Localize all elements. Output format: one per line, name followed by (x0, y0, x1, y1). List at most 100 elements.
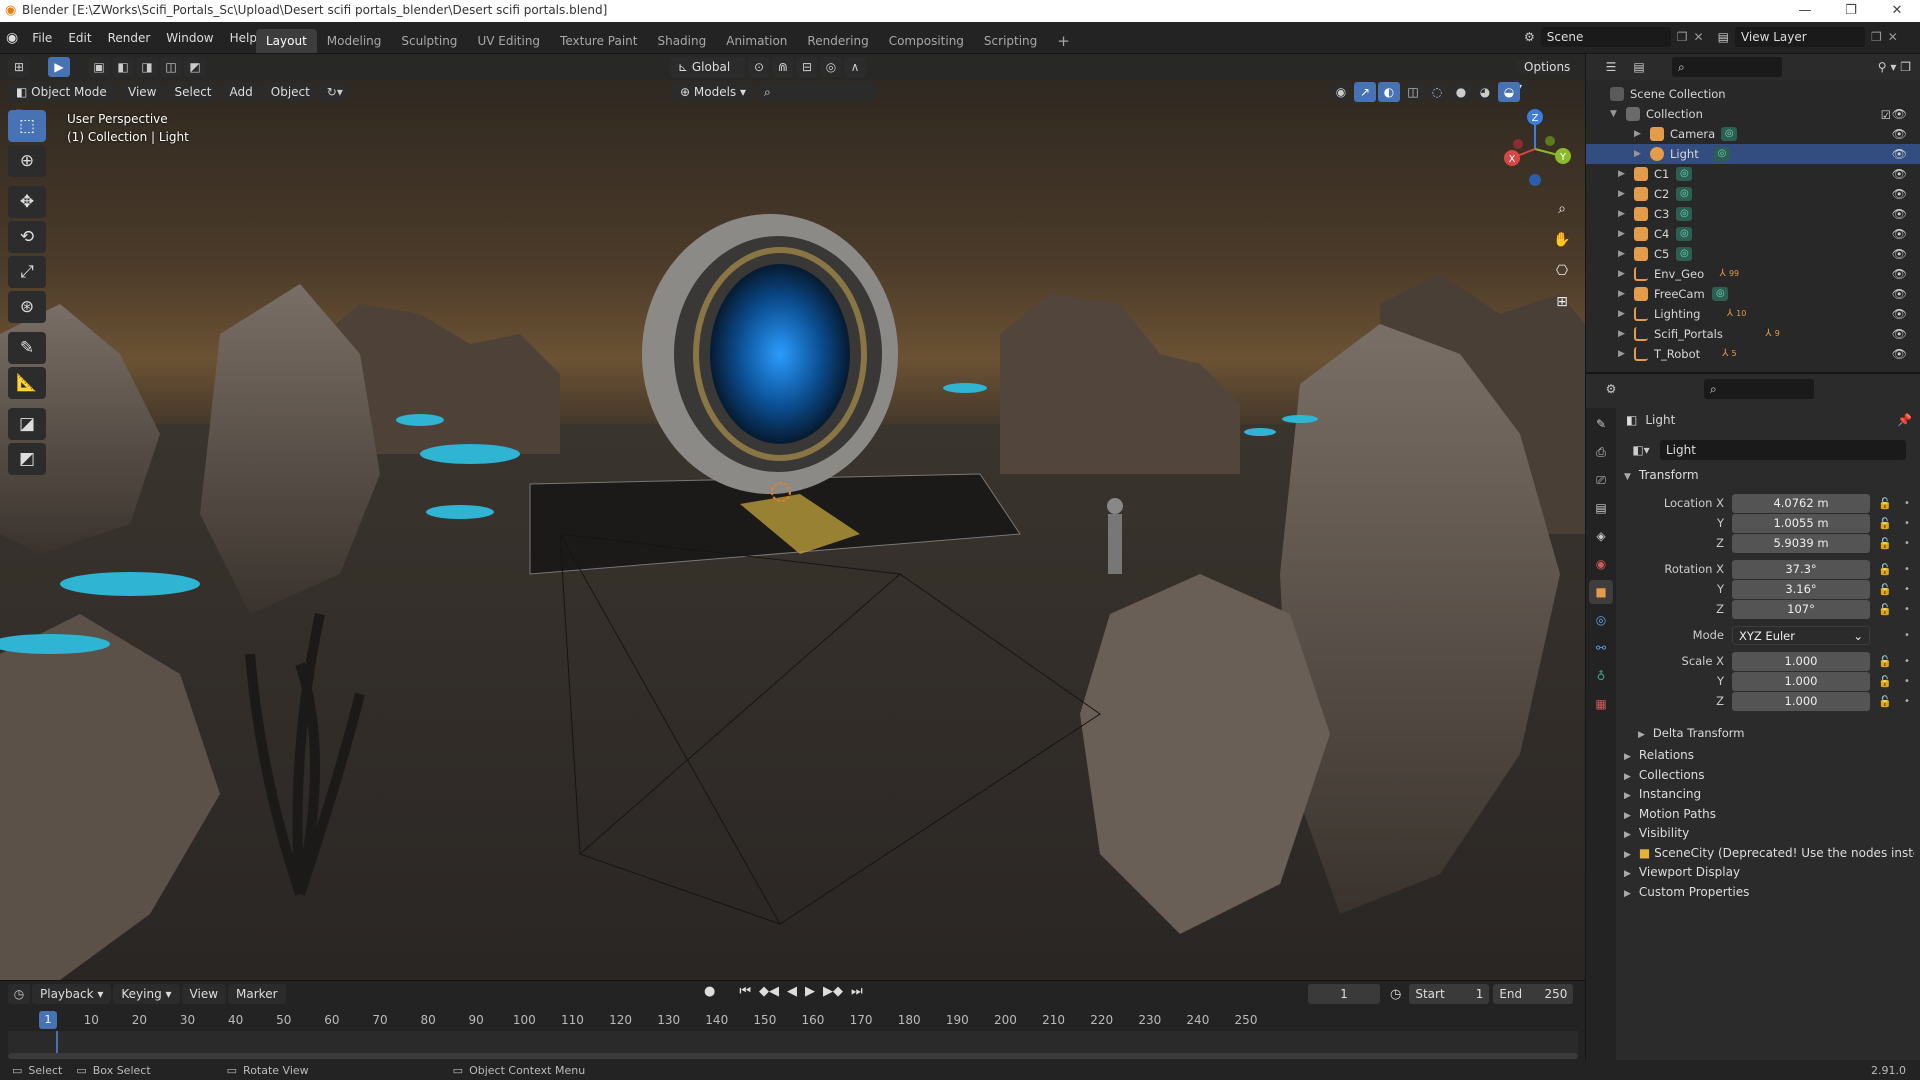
scene-icon[interactable]: ⚙ (1524, 30, 1535, 44)
filter-icon[interactable]: ⚲ ▾ ❐ (1878, 60, 1911, 74)
neg-x-axis-handle[interactable] (1513, 139, 1523, 149)
falloff-icon[interactable]: ∧ (844, 57, 866, 77)
measure-tool-icon[interactable]: 📐 (8, 367, 46, 399)
datablock-browse-icon[interactable]: ◧▾ (1626, 440, 1656, 460)
menu-object[interactable]: Object (262, 82, 318, 102)
delete-view-layer-icon[interactable]: ✕ (1888, 30, 1898, 44)
record-icon[interactable]: ● (704, 984, 715, 999)
snap-target-icon[interactable]: ⊟ (796, 57, 818, 77)
scale-x-field[interactable]: 1.000 (1732, 652, 1870, 671)
snap-icon[interactable]: ⋒ (772, 57, 794, 77)
object-tab-icon[interactable]: ■ (1589, 580, 1613, 604)
navigation-gizmo[interactable]: Z Y X ⌕ ✋ ⎔ ⊞ (1490, 104, 1580, 310)
viewport-search-input[interactable]: ⌕ (756, 82, 876, 102)
expand-icon[interactable]: ▶ (1634, 124, 1641, 144)
select-mode-extend-icon[interactable]: ◧ (112, 57, 134, 77)
lock-icon[interactable]: 🔓 (1878, 692, 1892, 711)
lock-icon[interactable]: 🔓 (1878, 534, 1892, 553)
minimize-button[interactable]: — (1782, 0, 1828, 22)
children-badge-icon[interactable]: ⅄ 99 (1712, 267, 1746, 281)
tool-tab-icon[interactable]: ✎ (1589, 412, 1613, 436)
children-badge-icon[interactable]: ⅄ 9 (1756, 327, 1790, 341)
constraints-tab-icon[interactable]: ⚯ (1589, 636, 1613, 660)
location-y-field[interactable]: 1.0055 m (1732, 514, 1870, 533)
current-frame-field[interactable]: 1 (1308, 984, 1380, 1004)
tab-modeling[interactable]: Modeling (317, 29, 392, 53)
tab-shading[interactable]: Shading (647, 29, 716, 53)
eye-icon[interactable]: 👁 (1892, 104, 1907, 124)
prev-keyframe-icon[interactable]: ◆◀ (759, 984, 779, 999)
properties-editor-type-icon[interactable]: ⚙ (1600, 379, 1622, 399)
outliner-row[interactable]: ▶ FreeCam ◎ 👁 (1586, 284, 1920, 304)
children-badge-icon[interactable]: ⅄ 10 (1720, 307, 1754, 321)
shading-material-icon[interactable]: ◕ (1474, 82, 1496, 102)
pin-icon[interactable]: 📌 (1897, 413, 1912, 427)
lock-icon[interactable]: 🔓 (1878, 560, 1892, 579)
visibility-filter-icon[interactable]: ◉ (1330, 82, 1352, 102)
rotation-x-field[interactable]: 37.3° (1732, 560, 1870, 579)
menu-marker[interactable]: Marker (228, 984, 286, 1004)
3d-viewport[interactable]: ⊞ ▶ ▣ ◧ ◨ ◫ ◩ ⊾ Global ▾ ⊙ ⋒ ⊟ ◎ ∧ Optio… (0, 54, 1585, 980)
location-x-field[interactable]: 4.0762 m (1732, 494, 1870, 513)
editor-type-icon[interactable]: ⊞ (8, 57, 30, 77)
close-button[interactable]: ✕ (1874, 0, 1920, 22)
rotation-mode-dropdown[interactable]: XYZ Euler ⌄ (1732, 626, 1870, 645)
object-data-badge-icon[interactable]: ◎ (1676, 207, 1693, 221)
object-data-badge-icon[interactable]: ◎ (1721, 127, 1738, 141)
play-icon[interactable]: ▶ (805, 984, 815, 999)
outliner-editor-type-icon[interactable]: ☰ (1600, 57, 1622, 77)
blender-menu-icon[interactable]: ◉ (6, 30, 18, 46)
view-layer-selector[interactable]: View Layer (1734, 27, 1865, 47)
lock-icon[interactable]: 🔓 (1878, 580, 1892, 599)
neg-z-axis-handle[interactable] (1529, 174, 1541, 186)
keyframe-dot-icon[interactable]: • (1904, 600, 1910, 619)
scale-tool-icon[interactable]: ⤢ (8, 256, 46, 288)
expand-icon[interactable]: ▶ (1634, 144, 1641, 164)
render-tab-icon[interactable]: ⎙ (1589, 440, 1613, 464)
end-frame-field[interactable]: End 250 (1493, 984, 1574, 1004)
delete-scene-icon[interactable]: ✕ (1694, 30, 1704, 44)
rotation-z-field[interactable]: 107° (1732, 600, 1870, 619)
add-workspace-button[interactable]: + (1047, 29, 1080, 53)
keyframe-dot-icon[interactable]: • (1904, 626, 1910, 645)
menu-keying[interactable]: Keying ▾ (113, 984, 180, 1004)
outliner-row[interactable]: ▶ C1 ◎ 👁 (1586, 164, 1920, 184)
scene-tab-icon[interactable]: ◈ (1589, 524, 1613, 548)
lock-icon[interactable]: 🔓 (1878, 514, 1892, 533)
eye-icon[interactable]: 👁 (1892, 204, 1907, 224)
eye-icon[interactable]: 👁 (1892, 284, 1907, 304)
display-mode-icon[interactable]: ▤ (1628, 57, 1650, 77)
keyframe-dot-icon[interactable]: • (1904, 692, 1910, 711)
expand-icon[interactable]: ▶ (1618, 244, 1625, 264)
menu-view[interactable]: View (120, 82, 165, 102)
pivot-point-icon[interactable]: ⊙ (748, 57, 770, 77)
eye-icon[interactable]: 👁 (1892, 264, 1907, 284)
panel-transform[interactable]: ▼ Transform (1624, 464, 1699, 486)
tab-layout[interactable]: Layout (256, 29, 317, 53)
shading-solid-icon[interactable]: ● (1450, 82, 1472, 102)
menu-playback[interactable]: Playback ▾ (32, 984, 112, 1004)
select-mode-invert-icon[interactable]: ◫ (160, 57, 182, 77)
eye-icon[interactable]: 👁 (1892, 304, 1907, 324)
transform-tool-icon[interactable]: ⊛ (8, 291, 46, 323)
expand-icon[interactable]: ▶ (1618, 204, 1625, 224)
panel-custom[interactable]: ▶ Custom Properties (1624, 881, 1914, 903)
annotate-tool-icon[interactable]: ✎ (8, 332, 46, 364)
physics-tab-icon[interactable]: ◎ (1589, 608, 1613, 632)
mode-dropdown[interactable]: ◧ Object Mode ▾ (8, 82, 118, 119)
datablock-name-field[interactable]: Light (1660, 440, 1906, 460)
view-layer-tab-icon[interactable]: ▤ (1589, 496, 1613, 520)
transform-affect-icon[interactable]: ↻▾ (319, 82, 350, 102)
collection-filter-dropdown[interactable]: ⊕ Models ▾ (672, 82, 754, 102)
collection-checkbox-icon[interactable]: ☑ (1881, 105, 1891, 125)
outliner-row-scene-collection[interactable]: Scene Collection (1586, 84, 1920, 104)
tab-texture-paint[interactable]: Texture Paint (550, 29, 647, 53)
keyframe-dot-icon[interactable]: • (1904, 534, 1910, 553)
tab-animation[interactable]: Animation (716, 29, 797, 53)
expand-icon[interactable]: ▶ (1618, 184, 1625, 204)
eye-icon[interactable]: 👁 (1892, 244, 1907, 264)
menu-window[interactable]: Window (158, 25, 221, 51)
lock-icon[interactable]: 🔓 (1878, 600, 1892, 619)
lock-icon[interactable]: 🔓 (1878, 672, 1892, 691)
timeline-scrollbar[interactable] (8, 1053, 1578, 1059)
